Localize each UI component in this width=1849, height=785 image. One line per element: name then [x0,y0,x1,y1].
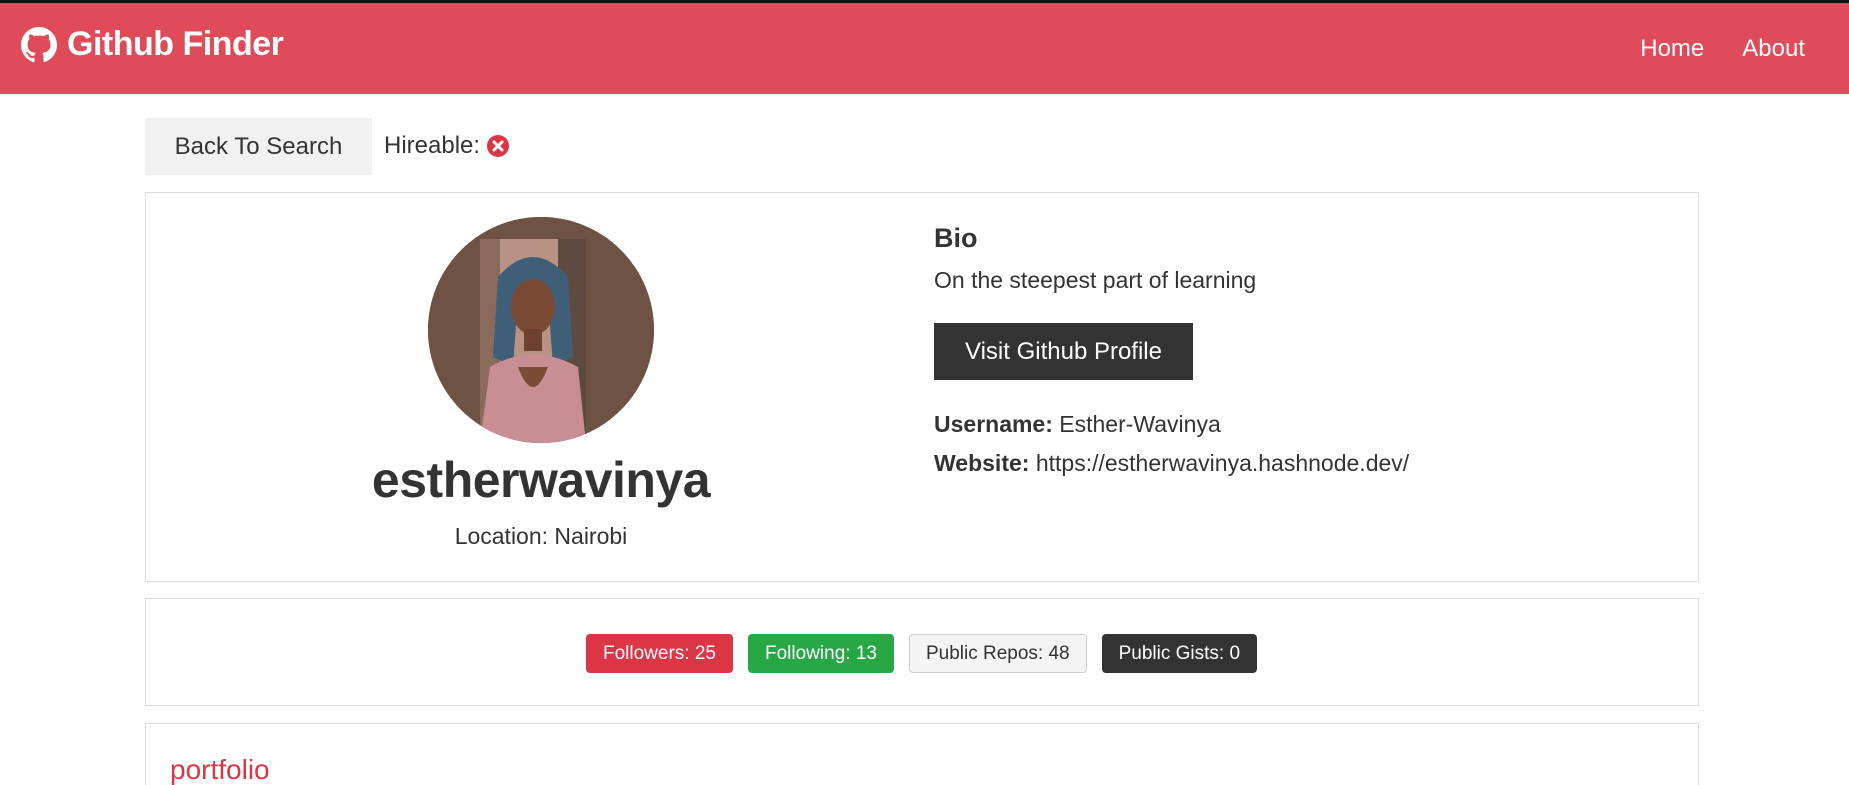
profile-location: Location: Nairobi [454,523,628,549]
bio-text: On the steepest part of learning [934,267,1257,293]
times-circle-icon [487,135,510,157]
navbar: Github Finder Home About [0,3,1849,94]
nav-link-about[interactable]: About [1742,35,1805,63]
public-gists-badge: Public Gists: 0 [1101,634,1258,673]
stats-badges: Followers: 25 Following: 13 Public Repos… [586,634,1258,673]
profile-card: estherwavinya Location: Nairobi Bio On t… [145,192,1699,582]
brand-title: Github Finder [67,25,284,63]
followers-badge: Followers: 25 [586,634,733,673]
username-label: Username: [934,411,1053,437]
website-row: Website: https://estherwavinya.hashnode.… [934,450,1409,477]
avatar-photo [428,217,654,443]
visit-github-profile-button[interactable]: Visit Github Profile [934,323,1193,380]
brand[interactable]: Github Finder [21,25,284,64]
avatar [428,217,654,443]
bio-heading: Bio [934,223,978,253]
github-icon [21,26,57,62]
profile-login: estherwavinya [371,452,711,508]
following-badge: Following: 13 [748,634,894,673]
back-to-search-button[interactable]: Back To Search [145,118,372,175]
username-value: Esther-Wavinya [1059,411,1221,437]
repo-link[interactable]: portfolio [170,754,270,785]
website-value: https://estherwavinya.hashnode.dev/ [1035,450,1410,476]
website-label: Website: [934,450,1030,476]
nav-links: Home About [1640,35,1805,63]
public-repos-badge: Public Repos: 48 [908,634,1087,673]
hireable-status: Hireable: [384,132,510,160]
stats-card: Followers: 25 Following: 13 Public Repos… [145,598,1699,706]
hireable-label: Hireable: [384,132,481,159]
nav-link-home[interactable]: Home [1640,35,1704,63]
username-row: Username: Esther-Wavinya [934,411,1221,438]
repo-card: portfolio [145,723,1699,785]
